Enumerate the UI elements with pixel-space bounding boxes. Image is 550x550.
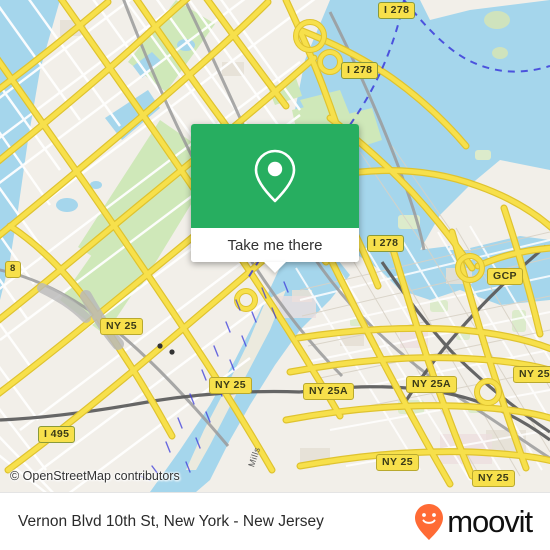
popup-card[interactable]: Take me there (191, 124, 359, 262)
map-canvas[interactable]: I 278 I 278 I 278 GCP 8 NY 25 NY 25 NY 25A NY 25… (0, 0, 550, 492)
popup-tail (264, 262, 286, 273)
road-shield: NY 25A (303, 383, 354, 400)
road-shield: NY 25 (100, 318, 143, 335)
road-shield: I 278 (367, 235, 405, 252)
road-shield: I 495 (38, 426, 76, 443)
popup-header (191, 124, 359, 228)
road-shield: 8 (5, 261, 21, 278)
road-shield: NY 25 (376, 454, 419, 471)
road-shield: NY 25 (209, 377, 252, 394)
map-pin-icon (254, 149, 296, 203)
road-shield: NY 25A (406, 376, 457, 393)
osm-attribution[interactable]: © OpenStreetMap contributors (10, 469, 180, 483)
popup-action-row[interactable]: Take me there (191, 228, 359, 262)
road-shield: NY 25 (472, 470, 515, 487)
road-shield: I 278 (341, 62, 379, 79)
moovit-smiley-pin-icon (415, 503, 444, 540)
take-me-there-label: Take me there (227, 236, 323, 254)
road-shield: GCP (487, 268, 523, 285)
moovit-map-screenshot: I 278 I 278 I 278 GCP 8 NY 25 NY 25 NY 25A NY 25… (0, 0, 550, 550)
location-popup[interactable]: Take me there (191, 124, 359, 273)
moovit-wordmark: moovit (447, 504, 533, 539)
road-shield: I 278 (378, 2, 416, 19)
road-shield: NY 25A (513, 366, 550, 383)
location-title: Vernon Blvd 10th St, New York - New Jers… (18, 512, 324, 530)
footer-bar: Vernon Blvd 10th St, New York - New Jers… (0, 492, 550, 550)
moovit-logo[interactable]: moovit (414, 503, 533, 541)
